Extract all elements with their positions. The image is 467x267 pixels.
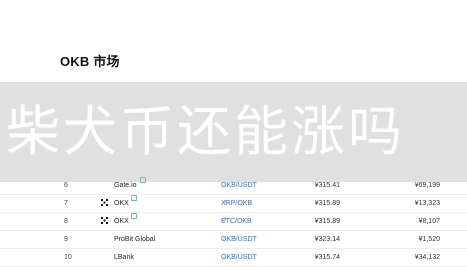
price-cell: ¥315.89 bbox=[314, 218, 340, 225]
table-row[interactable]: 7 OKX XRP/OKB ↗ ¥315.89 ¥13,323 bbox=[0, 195, 467, 213]
exchange-name[interactable]: ProBit Global bbox=[114, 231, 155, 248]
table-row[interactable]: 10 LBank OKB/USDT ↗ ¥315.74 ¥34,132 bbox=[0, 249, 467, 267]
exchange-name[interactable]: LBank bbox=[114, 249, 134, 266]
rank-cell: 8 bbox=[64, 218, 68, 225]
price-cell: ¥315.89 bbox=[314, 200, 340, 207]
price-cell: ¥323.14 bbox=[314, 236, 340, 243]
price-cell: ¥315.41 bbox=[314, 182, 340, 189]
volume-cell: ¥34,132 bbox=[414, 254, 440, 261]
external-link-icon: ↗ bbox=[222, 200, 228, 206]
table-row[interactable]: 6 Gate.io OKB/USDT ↗ ¥315.41 ¥69,199 bbox=[0, 177, 467, 195]
okx-logo bbox=[101, 195, 108, 212]
volume-cell: ¥69,199 bbox=[414, 182, 440, 189]
exchange-name[interactable]: Gate.io bbox=[114, 177, 137, 194]
exchange-name[interactable]: OKX bbox=[114, 195, 129, 212]
price-cell: ¥315.74 bbox=[314, 254, 340, 261]
volume-cell: ¥1,520 bbox=[418, 236, 440, 243]
overlay-banner-text: 柴犬币还能涨吗 bbox=[6, 100, 405, 163]
rank-cell: 6 bbox=[64, 182, 68, 189]
volume-cell: ¥8,107 bbox=[418, 218, 440, 225]
external-link-icon: ↗ bbox=[222, 182, 228, 188]
okx-logo bbox=[101, 213, 108, 230]
rank-cell: 7 bbox=[64, 200, 68, 207]
external-link-icon: ↗ bbox=[222, 218, 228, 224]
table-row[interactable]: 9 ProBit Global OKB/USDT ↗ ¥323.14 ¥1,520 bbox=[0, 231, 467, 249]
external-link-icon: ↗ bbox=[222, 236, 228, 242]
rank-cell: 10 bbox=[64, 254, 72, 261]
volume-cell: ¥13,323 bbox=[414, 200, 440, 207]
rank-cell: 9 bbox=[64, 236, 68, 243]
external-link-icon: ↗ bbox=[222, 254, 228, 260]
table-row[interactable]: 8 OKX ETC/OKB ↗ ¥315.89 ¥8,107 bbox=[0, 213, 467, 231]
markets-table: 6 Gate.io OKB/USDT ↗ ¥315.41 ¥69,199 7 OK… bbox=[0, 177, 467, 267]
exchange-name[interactable]: OKX bbox=[114, 213, 129, 230]
page-title: OKB 市场 bbox=[60, 54, 120, 69]
